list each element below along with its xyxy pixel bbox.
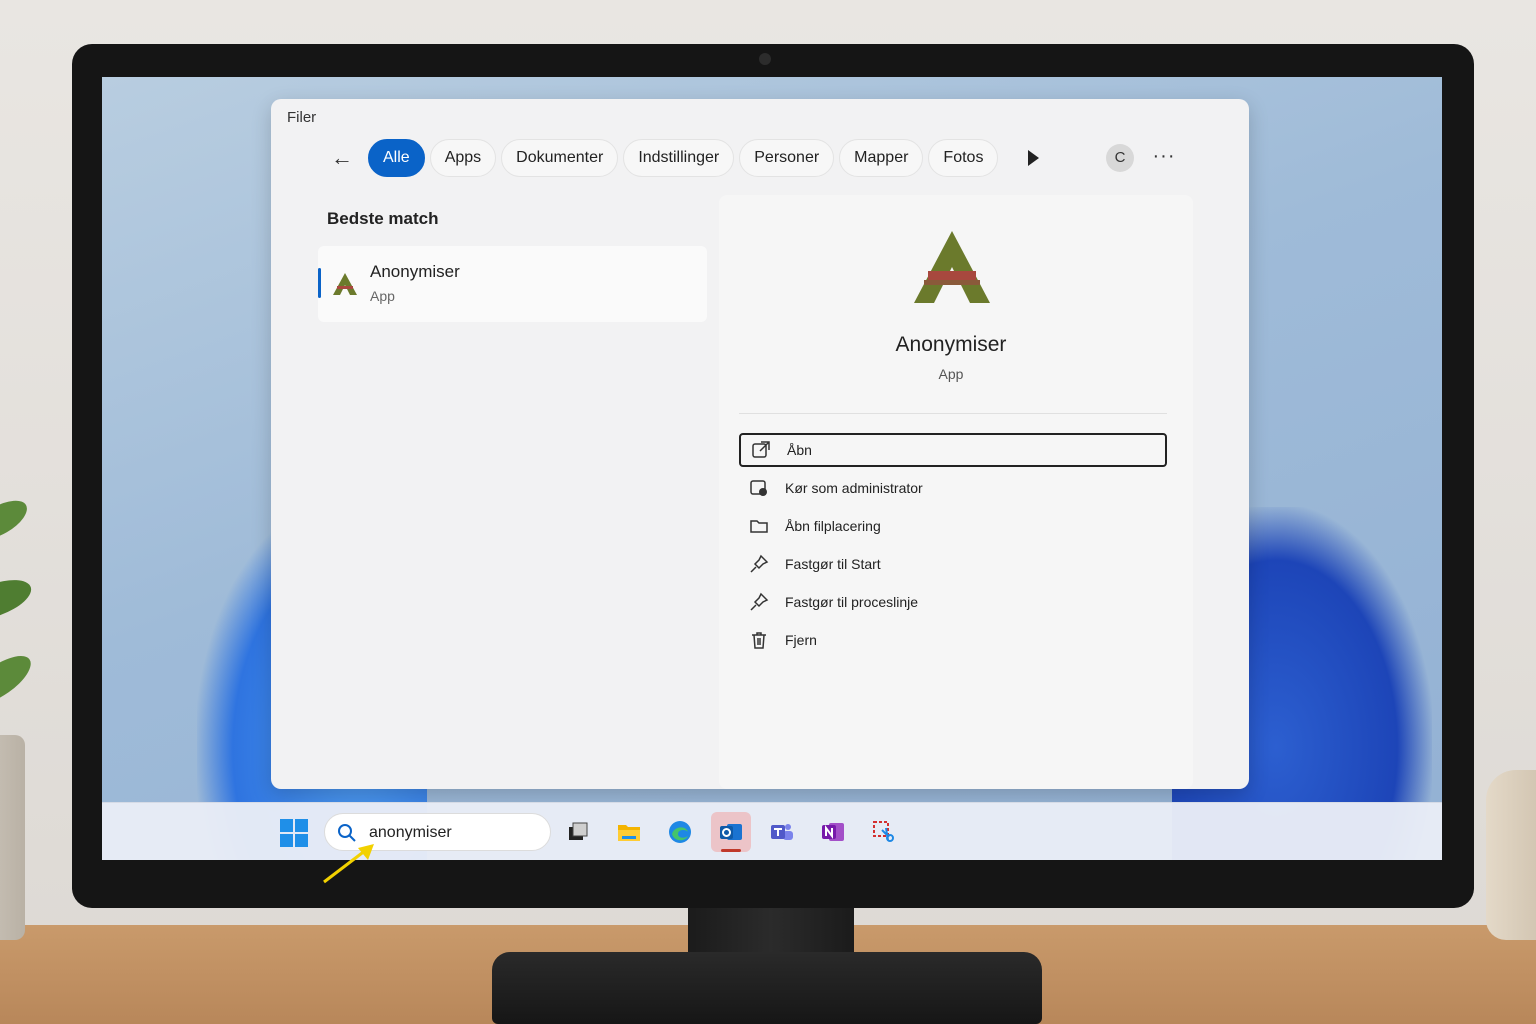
tab-personer[interactable]: Personer: [739, 139, 835, 177]
vase: [1486, 770, 1536, 940]
action-open-file-location[interactable]: Åbn filplacering: [739, 509, 1167, 543]
detail-app-type: App: [938, 366, 964, 382]
action-pin-to-start[interactable]: Fastgør til Start: [739, 547, 1167, 581]
action-open[interactable]: Åbn: [739, 433, 1167, 467]
shield-admin-icon: [750, 480, 767, 496]
edge-icon: [669, 821, 691, 843]
detail-app-name: Anonymiser: [895, 333, 1007, 356]
search-window: Filer ← Alle Apps Dokumenter Indstilling…: [271, 99, 1249, 789]
taskbar: anonymiser: [102, 802, 1442, 860]
onenote-icon: [822, 823, 844, 841]
folder-icon: [750, 520, 768, 533]
selection-indicator: [318, 268, 321, 298]
search-input-value[interactable]: anonymiser: [369, 824, 452, 842]
desktop-screen: Filer ← Alle Apps Dokumenter Indstilling…: [102, 77, 1442, 860]
outlook-button[interactable]: [711, 812, 751, 852]
tab-apps[interactable]: Apps: [429, 139, 497, 177]
action-pin-to-start-label: Fastgør til Start: [785, 556, 881, 572]
action-run-as-admin-label: Kør som administrator: [785, 480, 923, 496]
tab-dokumenter[interactable]: Dokumenter: [501, 139, 619, 177]
snipping-tool-button[interactable]: [864, 812, 904, 852]
windows-start-icon[interactable]: [280, 819, 308, 847]
back-arrow-icon[interactable]: ←: [329, 145, 355, 171]
action-pin-to-taskbar[interactable]: Fastgør til proceslinje: [739, 585, 1167, 619]
action-open-file-location-label: Åbn filplacering: [785, 518, 881, 534]
monitor-base: [492, 952, 1042, 1024]
task-view-button[interactable]: [558, 812, 598, 852]
best-match-result[interactable]: Anonymiser App: [318, 246, 707, 322]
active-app-indicator: [721, 849, 741, 852]
filter-tabs: Alle Apps Dokumenter Indstillinger Perso…: [368, 139, 999, 177]
window-title: Filer: [287, 109, 317, 126]
divider: [739, 413, 1167, 414]
onenote-button[interactable]: [813, 812, 853, 852]
edge-button[interactable]: [660, 812, 700, 852]
file-explorer-icon: [618, 825, 640, 841]
action-uninstall[interactable]: Fjern: [739, 623, 1167, 657]
best-match-type: App: [370, 288, 395, 304]
action-uninstall-label: Fjern: [785, 632, 817, 648]
profile-avatar[interactable]: C: [1106, 144, 1134, 172]
open-external-icon: [752, 441, 770, 458]
pointer-arrow-annotation: [323, 844, 374, 884]
teams-icon: [771, 824, 793, 840]
best-match-name: Anonymiser: [370, 262, 460, 281]
action-pin-to-taskbar-label: Fastgør til proceslinje: [785, 594, 919, 610]
webcam: [759, 53, 771, 65]
tab-indstillinger[interactable]: Indstillinger: [623, 139, 735, 177]
action-list: Åbn Kør som administrator Åbn filplaceri…: [739, 433, 1167, 661]
outlook-icon: [720, 824, 742, 840]
action-run-as-admin[interactable]: Kør som administrator: [739, 471, 1167, 505]
anonymiser-large-icon: [914, 231, 990, 303]
play-arrow-icon[interactable]: [1023, 147, 1043, 169]
pin-icon: [750, 554, 769, 573]
action-open-label: Åbn: [787, 442, 812, 458]
task-view-icon: [569, 822, 588, 840]
more-options-icon[interactable]: ···: [1151, 141, 1177, 171]
pin-icon: [750, 592, 769, 611]
trash-icon: [752, 632, 766, 649]
plant-pot: [0, 735, 25, 940]
detail-pane: Anonymiser App Åbn Kør som administrator…: [719, 195, 1193, 789]
tab-mapper[interactable]: Mapper: [839, 139, 924, 177]
tab-alle[interactable]: Alle: [368, 139, 425, 177]
file-explorer-button[interactable]: [609, 812, 649, 852]
snipping-tool-icon: [873, 821, 894, 842]
tab-fotos[interactable]: Fotos: [928, 139, 999, 177]
teams-button[interactable]: [762, 812, 802, 852]
anonymiser-app-icon: [333, 273, 357, 295]
best-match-heading: Bedste match: [327, 209, 439, 228]
